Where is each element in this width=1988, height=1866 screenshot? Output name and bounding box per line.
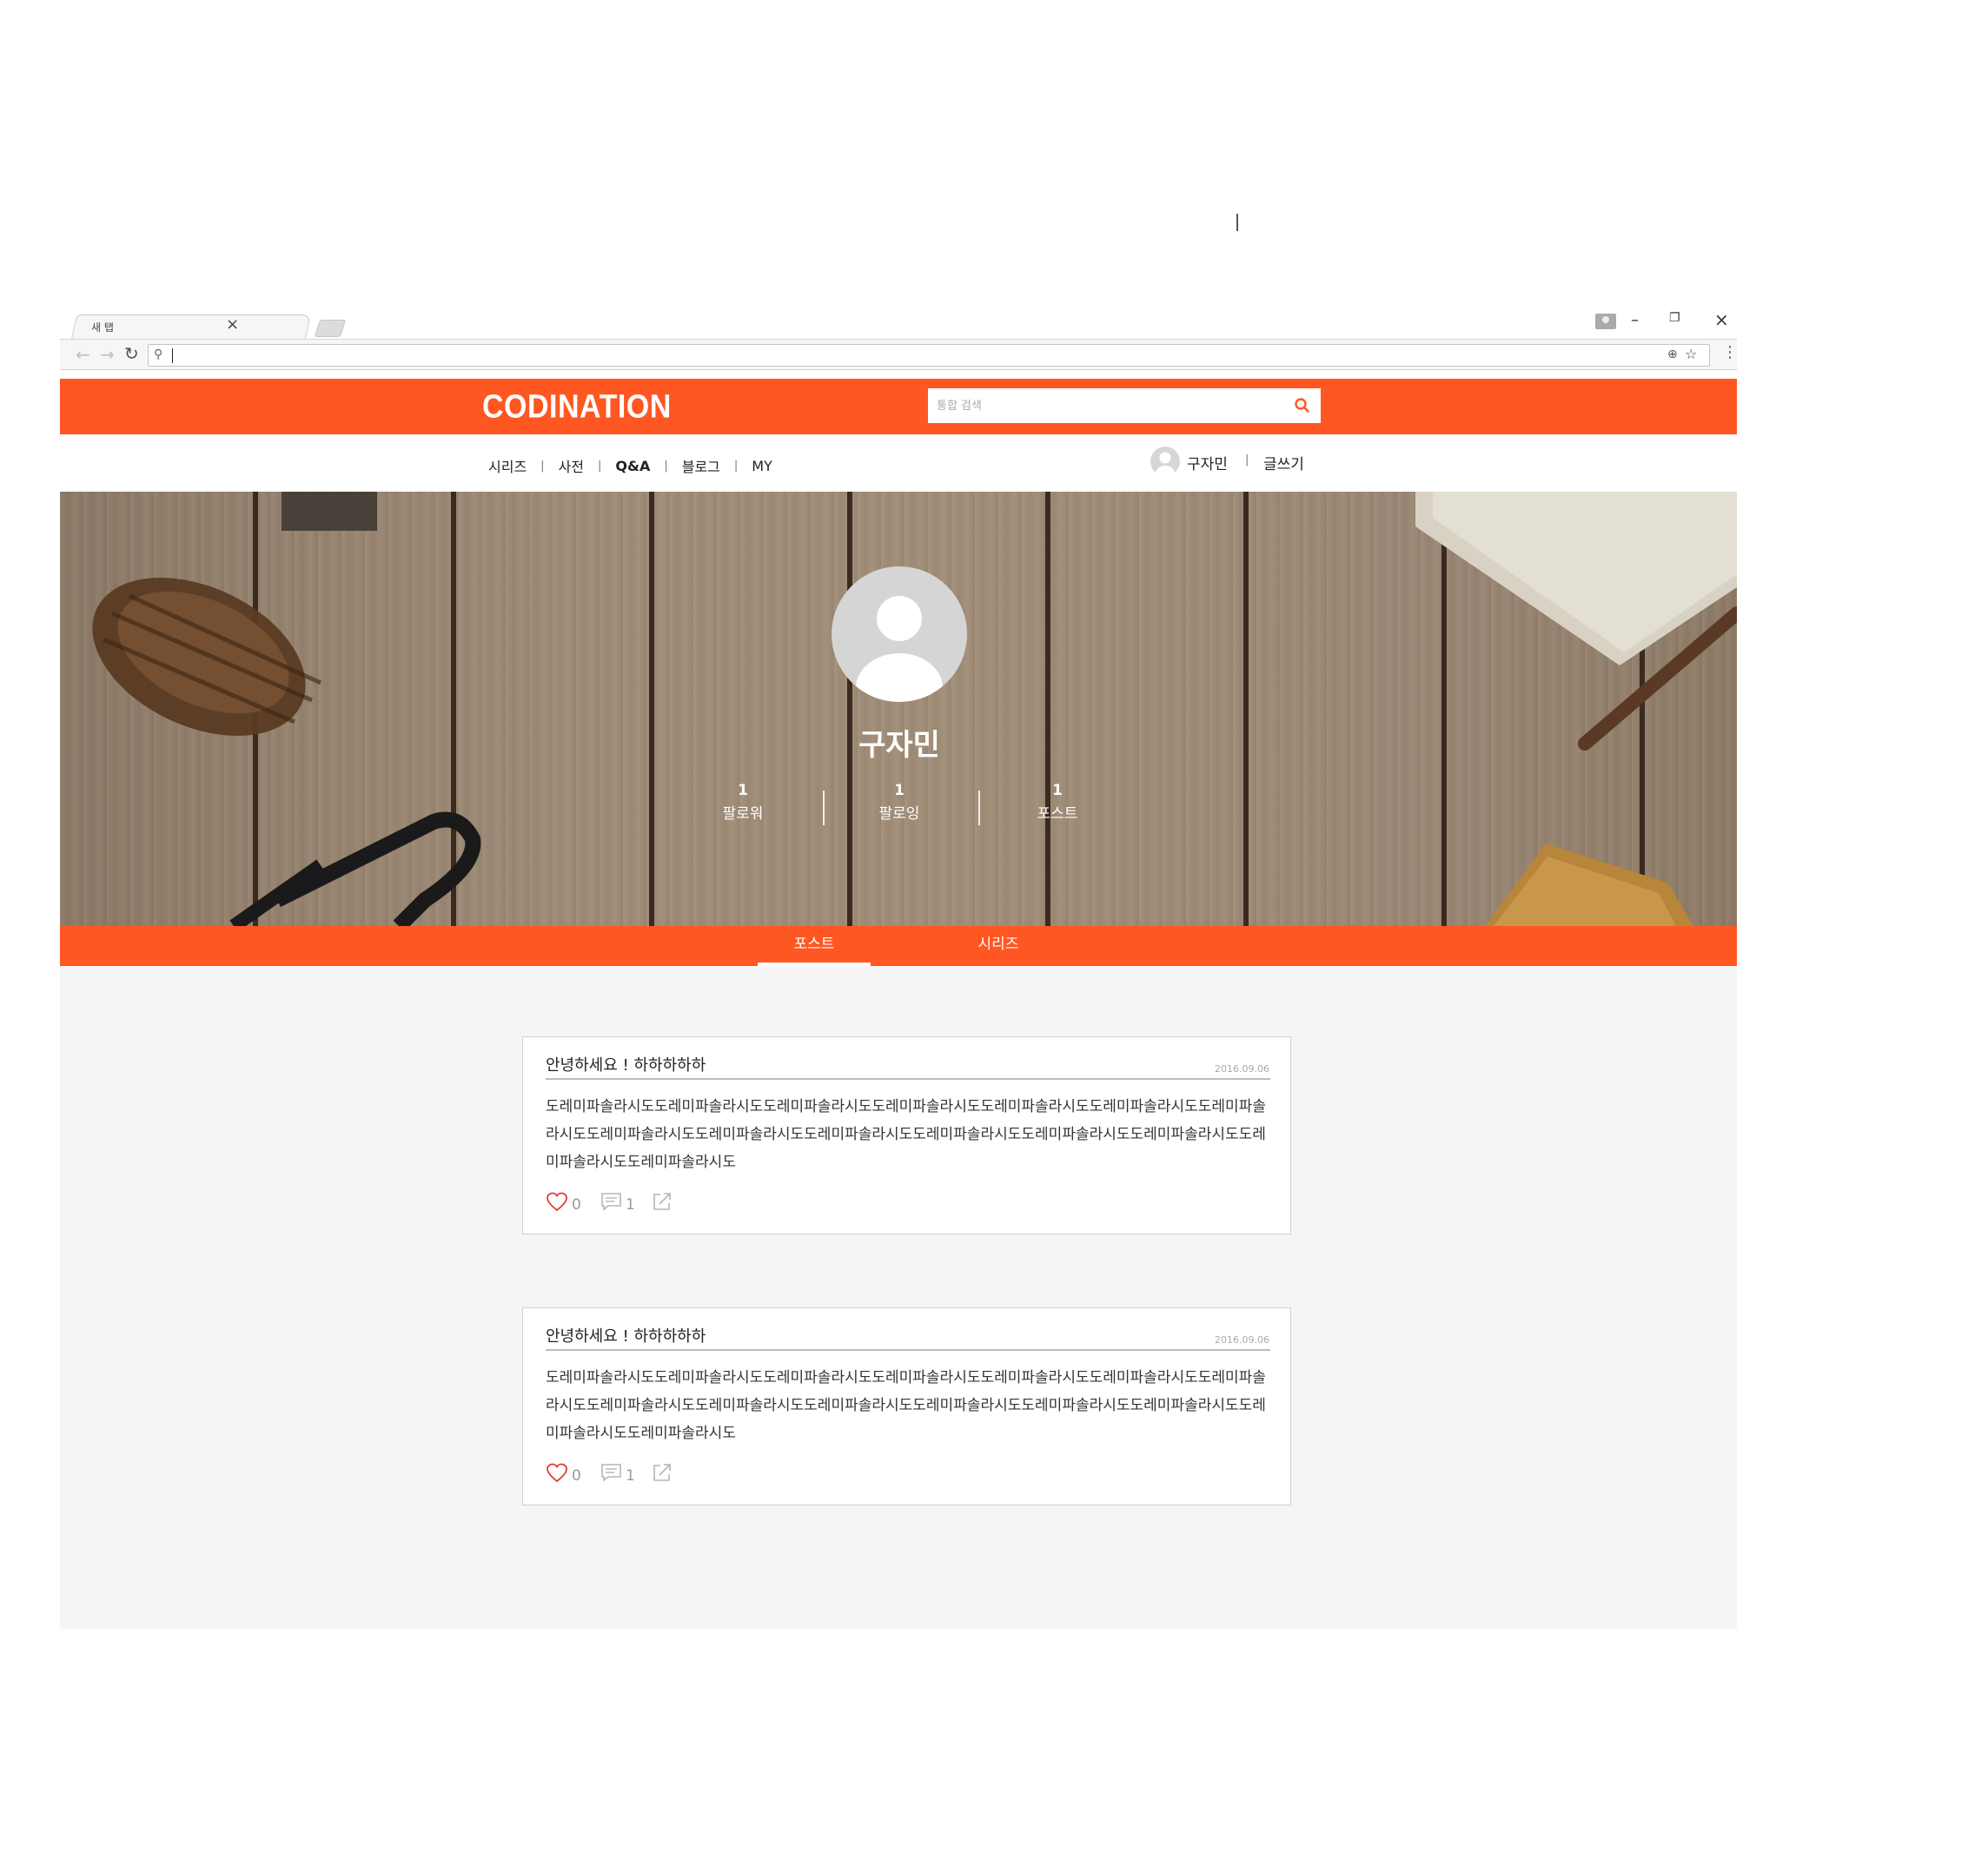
reload-icon[interactable]: ↻ [124,343,139,364]
browser-menu-icon[interactable]: ⋮ [1722,345,1738,361]
search-button[interactable] [1289,394,1315,418]
comment-count: 1 [626,1467,635,1485]
write-post-link[interactable]: 글쓰기 [1263,452,1304,473]
search-box [928,388,1321,423]
stat-divider [978,791,980,825]
search-icon [1295,398,1309,413]
profile-avatar[interactable] [832,566,967,702]
text-cursor-mark [1236,214,1238,231]
tab-posts[interactable]: 포스트 [758,926,871,966]
nav-separator: | [733,459,739,473]
post-date: 2016.09.06 [1215,1063,1269,1075]
site-logo[interactable]: CODINATION [482,388,672,427]
post-body: 도레미파솔라시도도레미파솔라시도도레미파솔라시도도레미파솔라시도도레미파솔라시도… [546,1098,1266,1171]
stat-following[interactable]: 1 팔로잉 [847,782,951,823]
nav-series[interactable]: 시리즈 [488,455,527,476]
share-icon[interactable] [652,1462,673,1486]
stat-label: 포스트 [1037,805,1078,823]
comment-count: 1 [626,1196,635,1214]
restore-icon[interactable]: ❐ [1669,311,1680,325]
profile-avatar-icon [856,596,943,702]
window-close-icon[interactable]: × [1714,309,1729,330]
profile-tabs: 포스트 시리즈 [60,926,1737,966]
post-title[interactable]: 안녕하세요 ! 하하하하하 [546,1324,706,1347]
post-date: 2016.09.06 [1215,1334,1269,1346]
cover-background-art [92,492,1737,926]
post-title[interactable]: 안녕하세요 ! 하하하하하 [546,1053,706,1075]
post-divider [546,1078,1270,1080]
nav-my[interactable]: MY [752,458,772,474]
profile-cover: 구자민 1 팔로워 1 팔로잉 1 포스트 [60,492,1737,926]
search-input[interactable] [928,388,1284,423]
address-bar[interactable]: ⚲ ⊕ ☆ [148,344,1710,367]
bookmark-star-icon[interactable]: ☆ [1685,346,1697,362]
tab-close-icon[interactable]: × [226,315,239,334]
like-count: 0 [572,1467,581,1485]
browser-tab-title: 새 탭 [91,321,114,334]
web-page: CODINATION 시리즈 | 사전 | Q&A | 블로그 [60,379,1737,1629]
stat-label: 팔로잉 [878,805,920,823]
main-menu: 시리즈 | 사전 | Q&A | 블로그 | MY [488,455,772,476]
browser-window: 새 탭 × – ❐ × ← → ↻ ⚲ ⊕ ☆ ⋮ CODINATION 통합 … [60,309,1738,1629]
stat-count: 1 [738,782,748,799]
stat-label: 팔로워 [722,805,764,823]
nav-separator: | [540,459,545,473]
user-name-link[interactable]: 구자민 [1187,452,1228,473]
avatar-silhouette-icon [1156,452,1175,476]
browser-profile-icon[interactable] [1595,314,1616,329]
new-tab-button[interactable] [314,320,347,337]
like-count: 0 [572,1196,581,1214]
stat-count: 1 [1052,782,1063,799]
zoom-icon[interactable]: ⊕ [1667,347,1678,361]
heart-icon[interactable] [546,1463,568,1487]
sub-navigation: 시리즈 | 사전 | Q&A | 블로그 | MY 구자민 | 글쓰기 [60,434,1737,492]
share-icon[interactable] [652,1191,673,1215]
heart-icon[interactable] [546,1192,568,1216]
address-text-cursor [172,348,173,363]
stat-posts[interactable]: 1 포스트 [1005,782,1110,823]
post-divider [546,1349,1270,1351]
user-separator: | [1245,453,1249,467]
nav-separator: | [664,459,668,473]
comment-icon[interactable] [600,1463,623,1487]
back-arrow-icon[interactable]: ← [76,344,90,365]
omnibox-search-icon: ⚲ [154,347,163,361]
post-body: 도레미파솔라시도도레미파솔라시도도레미파솔라시도도레미파솔라시도도레미파솔라시도… [546,1369,1266,1442]
nav-separator: | [598,459,602,473]
minimize-icon[interactable]: – [1631,311,1639,329]
nav-qna[interactable]: Q&A [615,458,650,474]
site-header: CODINATION [60,379,1737,434]
comment-icon[interactable] [600,1192,623,1216]
browser-toolbar: ← → ↻ ⚲ ⊕ ☆ ⋮ [60,339,1738,370]
tab-strip: 새 탭 × – ❐ × [60,309,1737,339]
profile-name: 구자민 [858,728,940,763]
stat-followers[interactable]: 1 팔로워 [691,782,795,823]
tab-series[interactable]: 시리즈 [942,926,1055,966]
nav-blog[interactable]: 블로그 [682,455,720,476]
forward-arrow-icon[interactable]: → [100,344,115,365]
user-avatar-icon[interactable] [1150,447,1180,476]
stat-count: 1 [894,782,905,799]
nav-dictionary[interactable]: 사전 [559,455,584,476]
active-tab-indicator [758,963,871,966]
stat-divider [823,791,825,825]
post-card[interactable]: 안녕하세요 ! 하하하하하 2016.09.06 도레미파솔라시도도레미파솔라시… [522,1036,1291,1234]
post-card[interactable]: 안녕하세요 ! 하하하하하 2016.09.06 도레미파솔라시도도레미파솔라시… [522,1307,1291,1505]
